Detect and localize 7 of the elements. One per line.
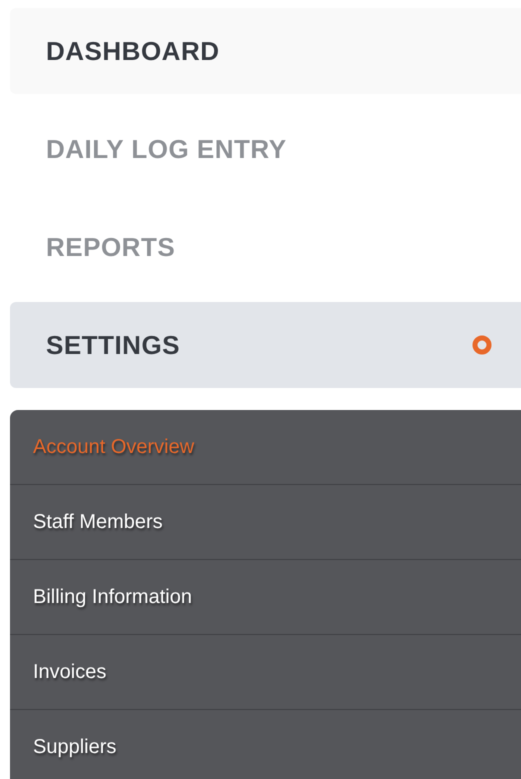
status-dot-icon bbox=[472, 335, 492, 355]
submenu-item[interactable]: Invoices bbox=[10, 635, 521, 710]
nav-item[interactable]: DASHBOARD bbox=[10, 8, 521, 94]
submenu-item[interactable]: Staff Members bbox=[10, 485, 521, 560]
submenu-item[interactable]: Billing Information bbox=[10, 560, 521, 635]
submenu-item[interactable]: Suppliers bbox=[10, 710, 521, 779]
nav-item[interactable]: SETTINGS bbox=[10, 302, 521, 388]
